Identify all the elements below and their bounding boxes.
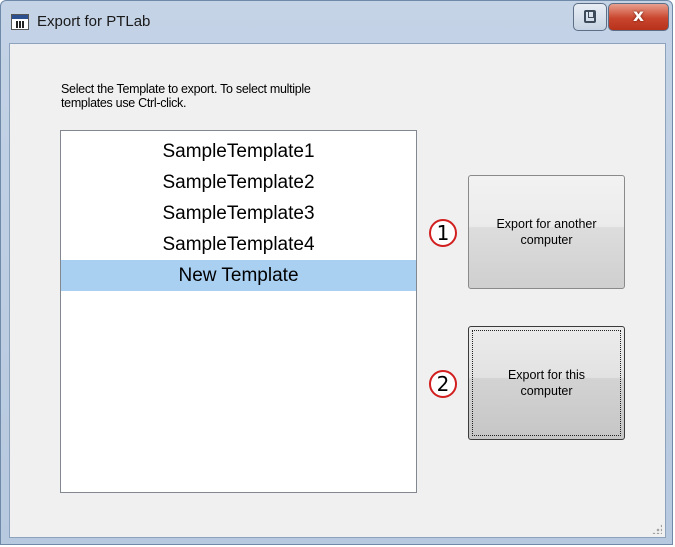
export-for-this-computer-button[interactable]: Export for this computer — [468, 326, 625, 440]
step-2-badge: 2 — [429, 370, 457, 398]
dialog-content: Select the Template to export. To select… — [9, 43, 666, 538]
export-dialog-window: Export for PTLab x Select the Template t… — [0, 0, 673, 545]
close-button[interactable]: x — [608, 3, 669, 31]
list-item[interactable]: SampleTemplate1 — [61, 136, 416, 167]
export-this-label: Export for this computer — [507, 368, 586, 398]
list-item[interactable]: SampleTemplate2 — [61, 167, 416, 198]
instructions-text: Select the Template to export. To select… — [61, 82, 311, 110]
app-icon — [11, 14, 29, 30]
list-item-selected[interactable]: New Template — [61, 260, 416, 291]
step-1-badge: 1 — [429, 219, 457, 247]
restore-button[interactable] — [573, 3, 607, 31]
resize-grip-icon[interactable] — [652, 524, 662, 534]
list-item[interactable]: SampleTemplate3 — [61, 198, 416, 229]
close-icon: x — [633, 6, 644, 26]
template-listbox[interactable]: SampleTemplate1 SampleTemplate2 SampleTe… — [60, 130, 417, 493]
title-bar[interactable]: Export for PTLab x — [1, 1, 672, 43]
list-item[interactable]: SampleTemplate4 — [61, 229, 416, 260]
export-for-another-computer-button[interactable]: Export for another computer — [468, 175, 625, 289]
window-title: Export for PTLab — [37, 13, 151, 30]
restore-icon — [584, 10, 596, 23]
export-other-label: Export for another computer — [496, 217, 597, 247]
